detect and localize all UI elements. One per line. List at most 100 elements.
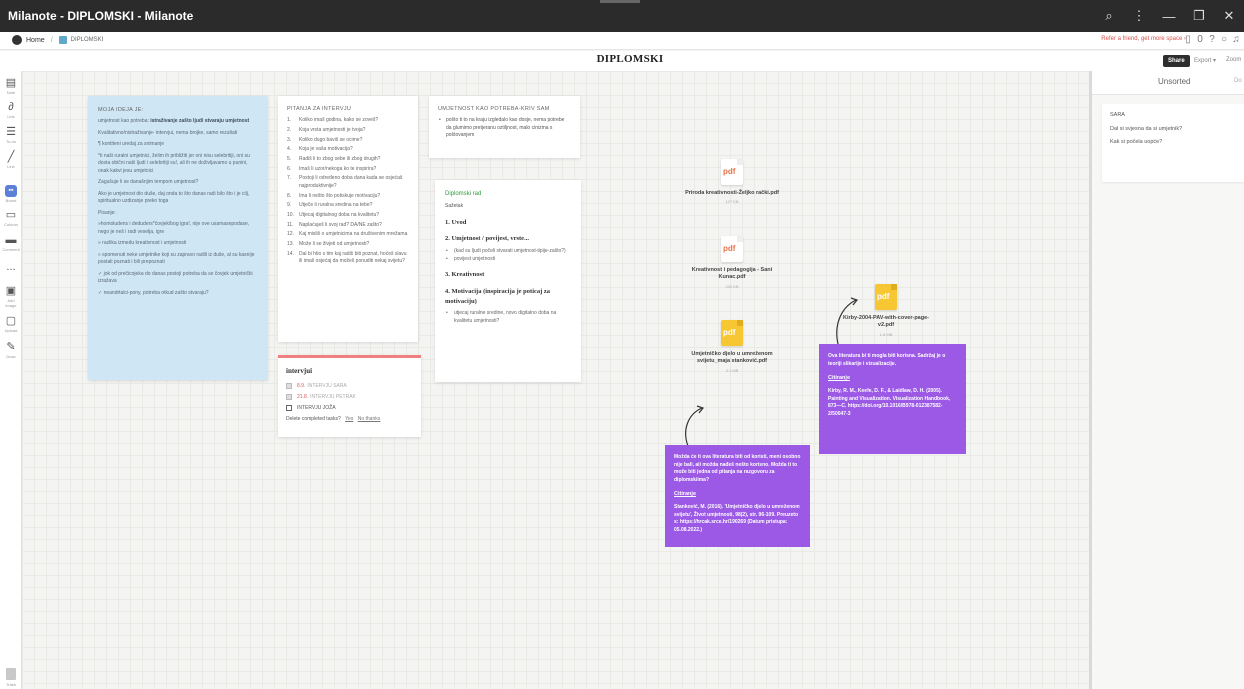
note-line: *ti naši ruralni umjetnici, želim ih pri… [98,152,250,174]
breadcrumb-separator: / [50,36,53,44]
file-size: 3.1 MB [725,367,739,373]
tool-label: To-do [5,139,16,144]
checkbox[interactable] [286,393,292,400]
bell-icon[interactable]: ♫ [1230,34,1242,45]
restore-button[interactable]: ❐ [1184,8,1214,24]
section-heading: 2. Umjetnost / povijest, vrste... [445,235,529,243]
breadcrumb-current[interactable]: DIPLOMSKI [71,37,104,43]
breadcrumb-home[interactable]: Home [26,37,45,44]
list-item: 6. Imaš li uzor/nekoga ko te inspirira? [287,165,377,172]
note-line: ✓ jok od prečicojeka do danas postoji po… [98,270,253,285]
tab-other[interactable]: Do [1234,78,1242,84]
more-icon[interactable]: ⋮ [1124,8,1154,24]
todo-item[interactable]: 21.8. INTERVJU PETRAK [286,393,413,400]
list-item: 5. Radiš li to zbog sebe ili zbog drugih? [287,156,381,162]
window-titlebar: Milanote - DIPLOMSKI - Milanote ⌕ ⋮ — ❐ … [0,0,1244,32]
tool-more[interactable]: ... [2,261,20,273]
tool-add-image[interactable]: ▣ Add image [2,285,20,308]
notification-count-icon[interactable]: ▯ [1182,34,1194,45]
tool-board[interactable]: ▪▪ Board [2,179,20,203]
tab-unsorted[interactable]: Unsorted [1158,77,1190,86]
todo-item[interactable]: INTERVJU JOŽA [286,404,413,411]
note-card[interactable]: SARA Dal si svjesna da si umjetnik? Kak … [1102,104,1244,182]
notification-count: 0 [1197,34,1203,45]
yes-link[interactable]: Yes [345,416,353,422]
connector-arrow[interactable] [680,402,710,448]
tool-comment[interactable]: ▬ Comment [2,234,20,252]
panel-header: Unsorted Do [1092,71,1244,95]
note-line: ¶ kontiteni uredaj za snimanje [98,141,165,148]
tool-label: Link [7,114,15,119]
card-heading: PITANJA ZA INTERVJU [287,106,352,112]
minimize-button[interactable]: — [1154,9,1184,24]
tool-upload[interactable]: ▢ Upload [2,315,20,333]
thesis-outline-card[interactable]: Diplomski rad Sažetak 1. Uvod 2. Umjetno… [435,180,581,382]
top-icons: ▯ 0 ? ○ ♫ [1182,34,1242,45]
board-title[interactable]: DIPLOMSKI [0,53,1244,65]
search-board-icon[interactable]: ○ [1218,34,1230,45]
list-item: povijest umjetnosti [445,256,571,264]
pdf-icon: pdf [875,284,897,310]
tool-line[interactable]: ╱ Line [2,151,20,169]
search-icon[interactable]: ⌕ [1094,8,1124,24]
list-item: 11. Naplaćuješ li svoj rad? DA/NE zašto? [287,221,382,228]
tool-link[interactable]: ∂ Link [2,101,20,119]
interviews-todo-card[interactable]: intervjui 8.9. INTERVJU SARA 21.8. INTER… [278,355,421,437]
todo-text: INTERVJU PETRAK [310,393,356,400]
tool-column[interactable]: ▭ Column [2,209,20,227]
citation-reference[interactable]: Kirby, R. M., Keefe, D. F., & Laidlaw, D… [828,388,957,418]
tool-draw[interactable]: ✎ Draw [2,341,20,359]
question-text: Utječe li ruralna sredina na tebe? [299,202,373,209]
trash-icon[interactable] [6,668,16,680]
tool-label: Add image [5,298,17,308]
idea-note-card[interactable]: MOJA IDEJA JE: umjetnost kao potreba: is… [88,96,268,380]
help-icon[interactable]: ? [1206,34,1218,45]
note-line: Ako je umjetnost dio duše, daj onda to š… [98,190,250,205]
tool-label: Note [6,90,16,95]
list-item: 13. Može li se živjeti od umjetnosti? [287,241,370,247]
art-need-note-card[interactable]: UMJETNOST KAO POTREBA-KRIV SAM pošto ti … [429,96,580,158]
literature-note-card[interactable]: Možda će ti ova literatura biti od koris… [665,445,810,547]
share-button[interactable]: Share [1163,55,1190,67]
todo-date: 21.8. [297,393,309,400]
note-line: umjetnost kao potreba: istraživanje zašt… [98,118,258,126]
bullet-list: pošto ti to na kraju izgledalo kao dosje… [438,117,571,140]
list-item: utjecaj ruralne sredine, novo digitalno … [445,310,571,325]
checkbox[interactable] [286,404,292,411]
home-icon[interactable] [12,35,22,45]
comment-icon: ▬ [5,234,17,246]
tool-label: Line [7,164,15,169]
list-item: 9. Utječe li ruralna sredina na tebe? [287,202,373,209]
question-text: Ima li nešto što potiskuje motivaciju? [299,192,381,199]
window-controls: ⌕ ⋮ — ❐ ✕ [1094,0,1244,32]
pdf-file-card[interactable]: pdf Kreativnost i pedagogija - Sani Kuna… [682,236,782,289]
close-icon[interactable]: ✕ [1214,8,1244,24]
citation-reference[interactable]: Stanković, M. (2016). 'Umjetničko djelo … [674,504,801,534]
file-name: Umjetničko djelo u umreženom svijetu_maj… [691,351,773,365]
more-icon: ... [6,261,16,273]
tool-note[interactable]: ▤ Note [2,77,20,95]
question-text: Radiš li to zbog sebe ili zbog drugih? [299,156,381,162]
question-text: Utjecaj digitalnog doba na kvalitetu? [299,211,380,218]
zoom-control[interactable]: Zoom [1226,57,1241,63]
drag-handle[interactable] [600,0,640,3]
question-text: Dal bi htio s tim kaj radiš biti poznat,… [299,250,407,265]
export-button[interactable]: Export ▾ [1194,57,1216,64]
bold-text: istraživanje zašto ljudi stvaraju umjetn… [150,118,250,125]
board-tool-icon: ▪▪ [5,185,17,197]
delete-completed-prompt: Delete completed tasks? Yes No thanks [286,416,413,424]
refer-friend-link[interactable]: Refer a friend, get more space › [1101,36,1186,42]
pdf-file-card[interactable]: pdf Priroda kreativnosti-Željko rački.pd… [682,159,782,204]
pdf-tag: pdf [723,328,736,337]
tool-todo[interactable]: ☰ To-do [2,126,20,144]
literature-note-card[interactable]: Ova literatura bi ti mogla biti korisna.… [819,344,966,454]
tool-label: Comment [2,247,20,252]
todo-item[interactable]: 8.9. INTERVJU SARA [286,382,413,389]
connector-arrow[interactable] [832,296,862,346]
questions-note-card[interactable]: PITANJA ZA INTERVJU 1. Koliko imaš godina… [278,96,418,342]
pdf-file-card[interactable]: pdf Umjetničko djelo u umreženom svijetu… [682,320,782,373]
no-thanks-link[interactable]: No thanks [358,416,381,422]
link-icon: ∂ [8,101,14,113]
bullet-list: utjecaj ruralne sredine, novo digitalno … [445,310,571,325]
checkbox[interactable] [286,382,292,389]
